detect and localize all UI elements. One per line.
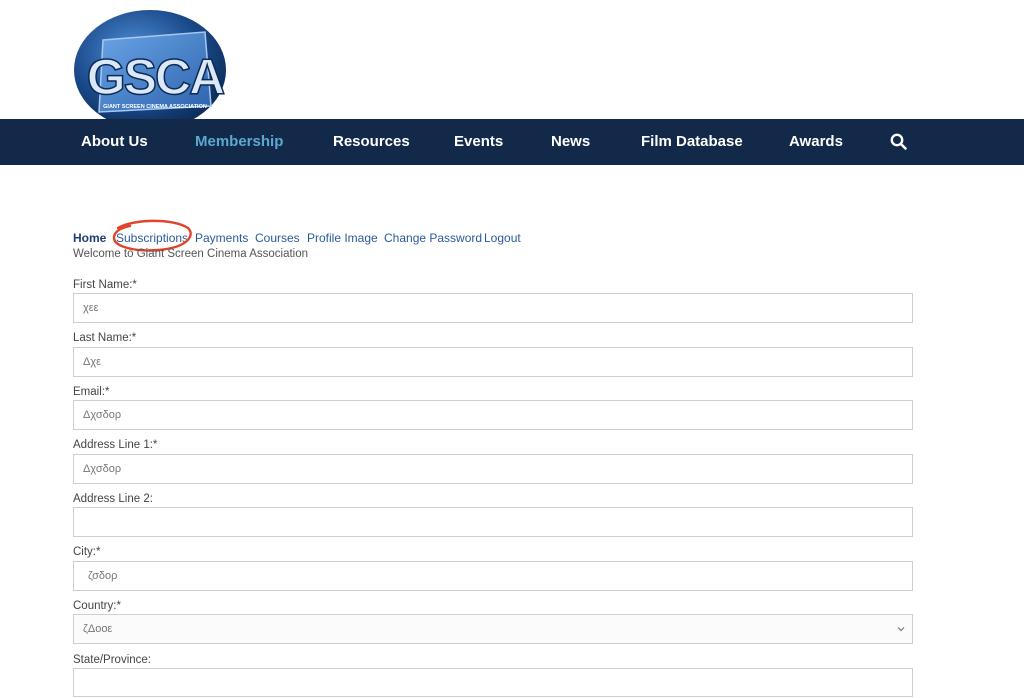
address-line-2-input[interactable] <box>73 507 913 537</box>
last-name-input[interactable]: Δχε <box>73 347 913 377</box>
main-navbar: About Us Membership Resources Events New… <box>0 119 1024 165</box>
state-province-input[interactable] <box>73 668 913 697</box>
nav-resources[interactable]: Resources <box>333 119 410 165</box>
nav-awards[interactable]: Awards <box>789 119 843 165</box>
nav-news[interactable]: News <box>551 119 590 165</box>
tab-home[interactable]: Home <box>73 231 106 245</box>
logo-sub-text: GIANT SCREEN CINEMA ASSOCIATION <box>103 104 207 110</box>
logo-graphic: GSCA GIANT SCREEN CINEMA ASSOCIATION <box>74 10 227 130</box>
site-header: GSCA GIANT SCREEN CINEMA ASSOCIATION <box>0 0 1024 130</box>
nav-film-database[interactable]: Film Database <box>641 119 743 165</box>
tab-change-password[interactable]: Change Password <box>384 231 482 245</box>
city-input[interactable]: ζσδορ <box>73 561 913 591</box>
chevron-down-icon <box>897 627 905 632</box>
gsca-logo[interactable]: GSCA GIANT SCREEN CINEMA ASSOCIATION <box>73 10 227 130</box>
nav-events[interactable]: Events <box>454 119 503 165</box>
tab-payments[interactable]: Payments <box>195 231 248 245</box>
tab-courses[interactable]: Courses <box>255 231 300 245</box>
logo-main-text: GSCA <box>87 49 224 105</box>
tab-profile-image[interactable]: Profile Image <box>307 231 378 245</box>
email-input[interactable]: Δχσδορ <box>73 400 913 430</box>
country-select[interactable]: ζΔοοε <box>73 614 913 644</box>
state-province-label: State/Province: <box>73 654 151 666</box>
address-line-2-label: Address Line 2: <box>73 493 153 505</box>
city-label: City:* <box>73 546 101 558</box>
email-label: Email:* <box>73 386 110 398</box>
address-line-1-input[interactable]: Δχσδορ <box>73 454 913 484</box>
country-label: Country:* <box>73 600 121 612</box>
search-icon[interactable] <box>889 132 909 152</box>
welcome-message: Welcome to Giant Screen Cinema Associati… <box>73 248 309 260</box>
last-name-label: Last Name:* <box>73 332 137 344</box>
nav-membership[interactable]: Membership <box>195 119 283 165</box>
first-name-input[interactable]: χεε <box>73 293 913 323</box>
nav-about-us[interactable]: About Us <box>81 119 148 165</box>
first-name-label: First Name:* <box>73 279 137 291</box>
country-select-value: ζΔοοε <box>83 623 113 635</box>
tab-logout[interactable]: Logout <box>484 231 521 245</box>
address-line-1-label: Address Line 1:* <box>73 439 158 451</box>
tab-subscriptions[interactable]: Subscriptions <box>116 231 188 245</box>
